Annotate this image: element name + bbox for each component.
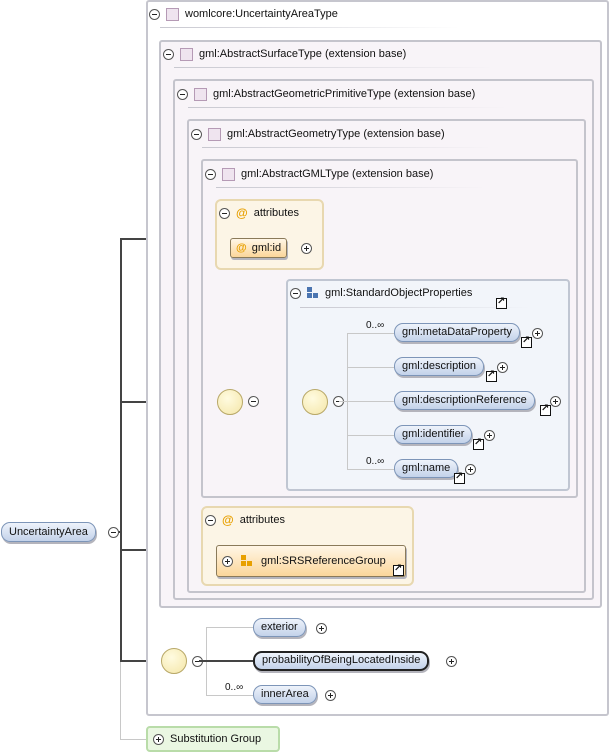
base-label-3: gml:AbstractGeometryType (extension base… xyxy=(227,128,445,140)
elements-seq-link-2 xyxy=(199,660,253,662)
base-collapse-toggle-2[interactable] xyxy=(177,88,188,100)
type-header-rule xyxy=(160,27,460,28)
base-header-2: gml:AbstractGeometricPrimitiveType (exte… xyxy=(177,86,475,102)
base-label-2: gml:AbstractGeometricPrimitiveType (exte… xyxy=(213,88,476,100)
sequence-compositor-icon[interactable] xyxy=(217,389,243,415)
element-gml-identifier[interactable]: gml:identifier xyxy=(394,425,473,444)
attributes-header-2: @ attributes xyxy=(205,512,285,528)
descriptionreference-reference-icon[interactable] xyxy=(540,403,551,416)
gml-id-expand-toggle[interactable] xyxy=(301,243,312,254)
group-header: gml:StandardObjectProperties xyxy=(290,285,472,301)
type-collapse-toggle[interactable] xyxy=(149,8,160,20)
inner-seq-link-1 xyxy=(347,333,394,334)
elements-sequence-compositor-icon[interactable] xyxy=(161,648,187,674)
attribute-group-srsreferencegroup[interactable]: gml:SRSReferenceGroup xyxy=(216,545,406,577)
attributes-label-1: attributes xyxy=(253,207,299,219)
srs-reference-icon[interactable] xyxy=(393,563,404,576)
base-collapse-toggle-1[interactable] xyxy=(163,48,174,60)
inner-seq-link-5 xyxy=(347,469,394,470)
attribute-gml-id-label: gml:id xyxy=(251,242,282,254)
element-gml-metadataproperty[interactable]: gml:metaDataProperty xyxy=(394,323,521,342)
complex-type-icon xyxy=(166,7,179,21)
attribute-at-icon: @ xyxy=(236,242,247,254)
element-gml-name[interactable]: gml:name xyxy=(394,459,459,478)
base-label-4: gml:AbstractGMLType (extension base) xyxy=(241,168,434,180)
element-innerarea[interactable]: innerArea xyxy=(253,685,317,704)
occurrence-innerarea: 0..∞ xyxy=(225,682,244,693)
substitution-connector-h xyxy=(120,739,147,740)
element-gml-descriptionreference[interactable]: gml:descriptionReference xyxy=(394,391,535,410)
root-collapse-toggle[interactable] xyxy=(108,527,119,538)
group-header-rule xyxy=(300,307,530,308)
group-collapse-toggle[interactable] xyxy=(290,287,301,299)
inner-seq-link-3 xyxy=(339,401,394,402)
group-icon xyxy=(307,287,319,299)
sequence-collapse-toggle[interactable] xyxy=(248,396,259,407)
elements-seq-link-3 xyxy=(206,695,253,696)
attributes-collapse-toggle-1[interactable] xyxy=(219,207,230,219)
inner-sequence-compositor-icon[interactable] xyxy=(302,389,328,415)
occurrence-metadataproperty: 0..∞ xyxy=(366,320,385,331)
substitution-group-box[interactable]: Substitution Group xyxy=(146,726,280,752)
elements-seq-link-1 xyxy=(206,627,253,628)
base-header-4: gml:AbstractGMLType (extension base) xyxy=(205,166,433,182)
root-element-uncertaintyarea[interactable]: UncertaintyArea xyxy=(1,522,96,542)
root-trunk xyxy=(120,239,122,662)
base-label-1: gml:AbstractSurfaceType (extension base) xyxy=(199,48,407,60)
occurrence-name: 0..∞ xyxy=(366,456,385,467)
name-expand-toggle[interactable] xyxy=(465,464,476,475)
inner-seq-link-2 xyxy=(347,367,394,368)
attributes-label-2: attributes xyxy=(239,514,285,526)
attribute-gml-id[interactable]: @ gml:id xyxy=(230,238,288,258)
base-header-rule-1 xyxy=(174,67,494,68)
type-label: womlcore:UncertaintyAreaType xyxy=(185,8,338,20)
base-header-rule-4 xyxy=(216,187,486,188)
substitution-expand-toggle[interactable] xyxy=(153,733,164,745)
identifier-reference-icon[interactable] xyxy=(473,437,484,450)
srs-expand-toggle[interactable] xyxy=(222,555,233,567)
probability-expand-toggle[interactable] xyxy=(446,656,457,667)
exterior-expand-toggle[interactable] xyxy=(316,623,327,634)
attribute-at-icon: @ xyxy=(236,206,248,220)
substitution-group-label: Substitution Group xyxy=(170,733,262,745)
type-header: womlcore:UncertaintyAreaType xyxy=(149,6,338,22)
attribute-group-icon xyxy=(241,555,253,567)
attribute-at-icon: @ xyxy=(222,513,234,527)
base-header-1: gml:AbstractSurfaceType (extension base) xyxy=(163,46,406,62)
base-header-rule-3 xyxy=(202,147,492,148)
element-exterior[interactable]: exterior xyxy=(253,618,306,637)
descriptionreference-expand-toggle[interactable] xyxy=(550,396,561,407)
name-reference-icon[interactable] xyxy=(454,471,465,484)
base-header-3: gml:AbstractGeometryType (extension base… xyxy=(191,126,445,142)
attribute-group-label: gml:SRSReferenceGroup xyxy=(261,555,386,567)
metadataproperty-reference-icon[interactable] xyxy=(521,335,532,348)
complex-type-icon xyxy=(194,87,207,101)
base-collapse-toggle-3[interactable] xyxy=(191,128,202,140)
attributes-collapse-toggle-2[interactable] xyxy=(205,514,216,526)
base-collapse-toggle-4[interactable] xyxy=(205,168,216,180)
complex-type-icon xyxy=(222,167,235,181)
attributes-header-1: @ attributes xyxy=(219,205,299,221)
identifier-expand-toggle[interactable] xyxy=(484,430,495,441)
base-header-rule-2 xyxy=(188,107,508,108)
innerarea-expand-toggle[interactable] xyxy=(325,690,336,701)
complex-type-icon xyxy=(180,47,193,61)
group-label: gml:StandardObjectProperties xyxy=(325,287,473,299)
complex-type-icon xyxy=(208,127,221,141)
description-reference-icon[interactable] xyxy=(486,369,497,382)
metadataproperty-expand-toggle[interactable] xyxy=(532,328,543,339)
description-expand-toggle[interactable] xyxy=(497,362,508,373)
element-gml-description[interactable]: gml:description xyxy=(394,357,484,376)
inner-seq-link-4 xyxy=(347,435,394,436)
element-probabilityofbeinglocatedinside[interactable]: probabilityOfBeingLocatedInside xyxy=(253,651,430,671)
